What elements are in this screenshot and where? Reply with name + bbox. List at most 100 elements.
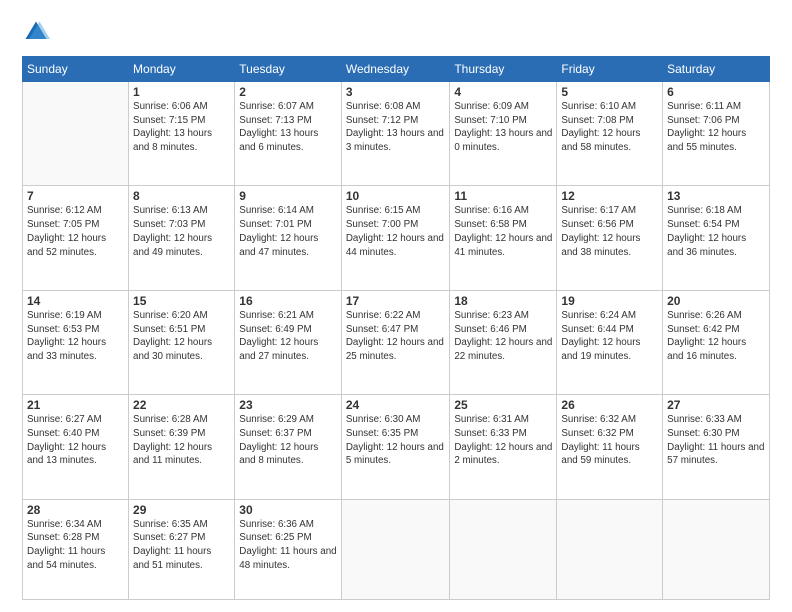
day-number: 30: [239, 503, 337, 517]
logo: [22, 18, 54, 46]
calendar-cell: 5Sunrise: 6:10 AMSunset: 7:08 PMDaylight…: [557, 82, 663, 186]
calendar-cell: 9Sunrise: 6:14 AMSunset: 7:01 PMDaylight…: [235, 186, 342, 290]
calendar-header-row: SundayMondayTuesdayWednesdayThursdayFrid…: [23, 57, 770, 82]
calendar-cell: 18Sunrise: 6:23 AMSunset: 6:46 PMDayligh…: [450, 290, 557, 394]
calendar-header-thursday: Thursday: [450, 57, 557, 82]
calendar-cell: [23, 82, 129, 186]
day-number: 6: [667, 85, 765, 99]
day-info: Sunrise: 6:32 AMSunset: 6:32 PMDaylight:…: [561, 413, 658, 468]
day-number: 8: [133, 189, 230, 203]
calendar-cell: 29Sunrise: 6:35 AMSunset: 6:27 PMDayligh…: [129, 499, 235, 599]
calendar-cell: 8Sunrise: 6:13 AMSunset: 7:03 PMDaylight…: [129, 186, 235, 290]
calendar-cell: 10Sunrise: 6:15 AMSunset: 7:00 PMDayligh…: [341, 186, 450, 290]
calendar-cell: [663, 499, 770, 599]
calendar-cell: 24Sunrise: 6:30 AMSunset: 6:35 PMDayligh…: [341, 395, 450, 499]
day-number: 1: [133, 85, 230, 99]
week-row-4: 28Sunrise: 6:34 AMSunset: 6:28 PMDayligh…: [23, 499, 770, 599]
day-number: 23: [239, 398, 337, 412]
day-info: Sunrise: 6:18 AMSunset: 6:54 PMDaylight:…: [667, 204, 765, 259]
day-info: Sunrise: 6:21 AMSunset: 6:49 PMDaylight:…: [239, 309, 337, 364]
day-number: 4: [454, 85, 552, 99]
day-number: 16: [239, 294, 337, 308]
calendar-cell: 17Sunrise: 6:22 AMSunset: 6:47 PMDayligh…: [341, 290, 450, 394]
calendar-header-friday: Friday: [557, 57, 663, 82]
day-info: Sunrise: 6:17 AMSunset: 6:56 PMDaylight:…: [561, 204, 658, 259]
calendar-header-wednesday: Wednesday: [341, 57, 450, 82]
calendar-cell: 13Sunrise: 6:18 AMSunset: 6:54 PMDayligh…: [663, 186, 770, 290]
day-number: 22: [133, 398, 230, 412]
day-info: Sunrise: 6:20 AMSunset: 6:51 PMDaylight:…: [133, 309, 230, 364]
calendar-cell: [450, 499, 557, 599]
day-number: 21: [27, 398, 124, 412]
day-info: Sunrise: 6:19 AMSunset: 6:53 PMDaylight:…: [27, 309, 124, 364]
calendar-cell: 21Sunrise: 6:27 AMSunset: 6:40 PMDayligh…: [23, 395, 129, 499]
day-number: 29: [133, 503, 230, 517]
day-info: Sunrise: 6:31 AMSunset: 6:33 PMDaylight:…: [454, 413, 552, 468]
calendar-cell: 12Sunrise: 6:17 AMSunset: 6:56 PMDayligh…: [557, 186, 663, 290]
day-info: Sunrise: 6:33 AMSunset: 6:30 PMDaylight:…: [667, 413, 765, 468]
calendar-cell: 19Sunrise: 6:24 AMSunset: 6:44 PMDayligh…: [557, 290, 663, 394]
day-info: Sunrise: 6:27 AMSunset: 6:40 PMDaylight:…: [27, 413, 124, 468]
day-info: Sunrise: 6:14 AMSunset: 7:01 PMDaylight:…: [239, 204, 337, 259]
day-info: Sunrise: 6:15 AMSunset: 7:00 PMDaylight:…: [346, 204, 446, 259]
day-info: Sunrise: 6:23 AMSunset: 6:46 PMDaylight:…: [454, 309, 552, 364]
calendar-cell: 15Sunrise: 6:20 AMSunset: 6:51 PMDayligh…: [129, 290, 235, 394]
day-number: 26: [561, 398, 658, 412]
calendar-cell: 25Sunrise: 6:31 AMSunset: 6:33 PMDayligh…: [450, 395, 557, 499]
calendar-cell: 1Sunrise: 6:06 AMSunset: 7:15 PMDaylight…: [129, 82, 235, 186]
day-number: 18: [454, 294, 552, 308]
day-number: 17: [346, 294, 446, 308]
day-number: 2: [239, 85, 337, 99]
day-info: Sunrise: 6:16 AMSunset: 6:58 PMDaylight:…: [454, 204, 552, 259]
day-number: 27: [667, 398, 765, 412]
day-info: Sunrise: 6:29 AMSunset: 6:37 PMDaylight:…: [239, 413, 337, 468]
calendar-cell: 14Sunrise: 6:19 AMSunset: 6:53 PMDayligh…: [23, 290, 129, 394]
week-row-1: 7Sunrise: 6:12 AMSunset: 7:05 PMDaylight…: [23, 186, 770, 290]
calendar-cell: 16Sunrise: 6:21 AMSunset: 6:49 PMDayligh…: [235, 290, 342, 394]
calendar-cell: 7Sunrise: 6:12 AMSunset: 7:05 PMDaylight…: [23, 186, 129, 290]
calendar-header-sunday: Sunday: [23, 57, 129, 82]
calendar-cell: 2Sunrise: 6:07 AMSunset: 7:13 PMDaylight…: [235, 82, 342, 186]
logo-icon: [22, 18, 50, 46]
day-number: 25: [454, 398, 552, 412]
calendar-header-tuesday: Tuesday: [235, 57, 342, 82]
calendar-cell: 11Sunrise: 6:16 AMSunset: 6:58 PMDayligh…: [450, 186, 557, 290]
day-info: Sunrise: 6:24 AMSunset: 6:44 PMDaylight:…: [561, 309, 658, 364]
day-number: 10: [346, 189, 446, 203]
calendar-cell: [557, 499, 663, 599]
calendar-cell: [341, 499, 450, 599]
day-number: 28: [27, 503, 124, 517]
day-info: Sunrise: 6:08 AMSunset: 7:12 PMDaylight:…: [346, 100, 446, 155]
day-info: Sunrise: 6:26 AMSunset: 6:42 PMDaylight:…: [667, 309, 765, 364]
calendar-header-saturday: Saturday: [663, 57, 770, 82]
day-info: Sunrise: 6:34 AMSunset: 6:28 PMDaylight:…: [27, 518, 124, 573]
day-info: Sunrise: 6:35 AMSunset: 6:27 PMDaylight:…: [133, 518, 230, 573]
day-info: Sunrise: 6:22 AMSunset: 6:47 PMDaylight:…: [346, 309, 446, 364]
calendar-cell: 27Sunrise: 6:33 AMSunset: 6:30 PMDayligh…: [663, 395, 770, 499]
calendar-cell: 3Sunrise: 6:08 AMSunset: 7:12 PMDaylight…: [341, 82, 450, 186]
week-row-0: 1Sunrise: 6:06 AMSunset: 7:15 PMDaylight…: [23, 82, 770, 186]
day-number: 11: [454, 189, 552, 203]
day-number: 15: [133, 294, 230, 308]
calendar-table: SundayMondayTuesdayWednesdayThursdayFrid…: [22, 56, 770, 600]
day-number: 14: [27, 294, 124, 308]
calendar-cell: 6Sunrise: 6:11 AMSunset: 7:06 PMDaylight…: [663, 82, 770, 186]
day-info: Sunrise: 6:10 AMSunset: 7:08 PMDaylight:…: [561, 100, 658, 155]
day-number: 3: [346, 85, 446, 99]
calendar-cell: 26Sunrise: 6:32 AMSunset: 6:32 PMDayligh…: [557, 395, 663, 499]
day-info: Sunrise: 6:28 AMSunset: 6:39 PMDaylight:…: [133, 413, 230, 468]
day-number: 20: [667, 294, 765, 308]
day-number: 12: [561, 189, 658, 203]
calendar-cell: 28Sunrise: 6:34 AMSunset: 6:28 PMDayligh…: [23, 499, 129, 599]
day-info: Sunrise: 6:11 AMSunset: 7:06 PMDaylight:…: [667, 100, 765, 155]
day-info: Sunrise: 6:36 AMSunset: 6:25 PMDaylight:…: [239, 518, 337, 573]
calendar-cell: 4Sunrise: 6:09 AMSunset: 7:10 PMDaylight…: [450, 82, 557, 186]
calendar-cell: 20Sunrise: 6:26 AMSunset: 6:42 PMDayligh…: [663, 290, 770, 394]
day-number: 7: [27, 189, 124, 203]
day-info: Sunrise: 6:13 AMSunset: 7:03 PMDaylight:…: [133, 204, 230, 259]
day-info: Sunrise: 6:07 AMSunset: 7:13 PMDaylight:…: [239, 100, 337, 155]
calendar-header-monday: Monday: [129, 57, 235, 82]
calendar-cell: 23Sunrise: 6:29 AMSunset: 6:37 PMDayligh…: [235, 395, 342, 499]
day-info: Sunrise: 6:30 AMSunset: 6:35 PMDaylight:…: [346, 413, 446, 468]
day-number: 9: [239, 189, 337, 203]
